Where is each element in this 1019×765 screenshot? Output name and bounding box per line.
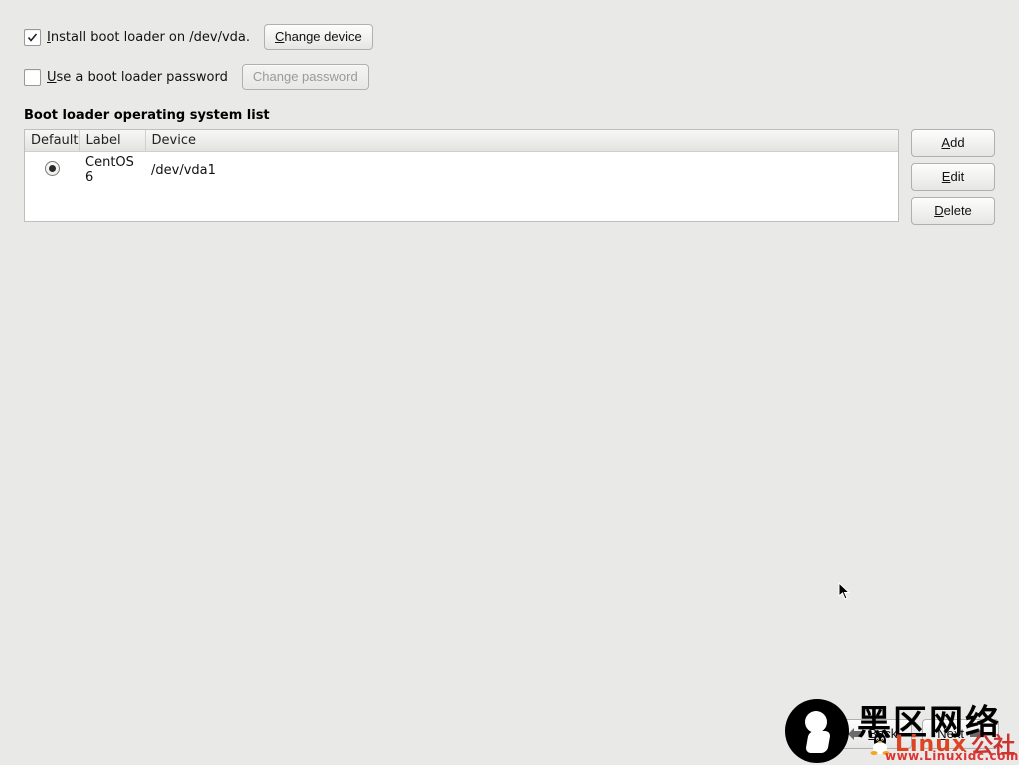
col-header-device[interactable]: Device <box>145 130 898 152</box>
use-password-checkbox[interactable] <box>24 69 41 86</box>
row-default-cell <box>25 152 79 189</box>
back-button[interactable]: Back <box>833 719 912 749</box>
col-header-label[interactable]: Label <box>79 130 145 152</box>
mouse-cursor-icon <box>838 582 852 600</box>
arrow-right-icon <box>970 728 984 740</box>
default-radio[interactable] <box>45 161 60 176</box>
use-password-label: Use a boot loader password <box>47 70 228 85</box>
install-bootloader-checkbox[interactable] <box>24 29 41 46</box>
os-list-table[interactable]: Default Label Device CentOS 6 /dev/vda1 <box>24 129 899 222</box>
row-device-cell: /dev/vda1 <box>145 152 898 189</box>
install-bootloader-label: Install boot loader on /dev/vda. <box>47 30 250 45</box>
edit-button[interactable]: Edit <box>911 163 995 191</box>
change-device-button[interactable]: Change device <box>264 24 373 50</box>
change-password-button: Change password <box>242 64 369 90</box>
add-button[interactable]: Add <box>911 129 995 157</box>
row-label-cell: CentOS 6 <box>79 152 145 189</box>
delete-button[interactable]: Delete <box>911 197 995 225</box>
col-header-default[interactable]: Default <box>25 130 79 152</box>
table-row[interactable]: CentOS 6 /dev/vda1 <box>25 152 898 189</box>
arrow-left-icon <box>848 728 862 740</box>
os-list-title: Boot loader operating system list <box>24 108 995 123</box>
next-button[interactable]: Next <box>922 719 999 749</box>
table-header-row: Default Label Device <box>25 130 898 152</box>
